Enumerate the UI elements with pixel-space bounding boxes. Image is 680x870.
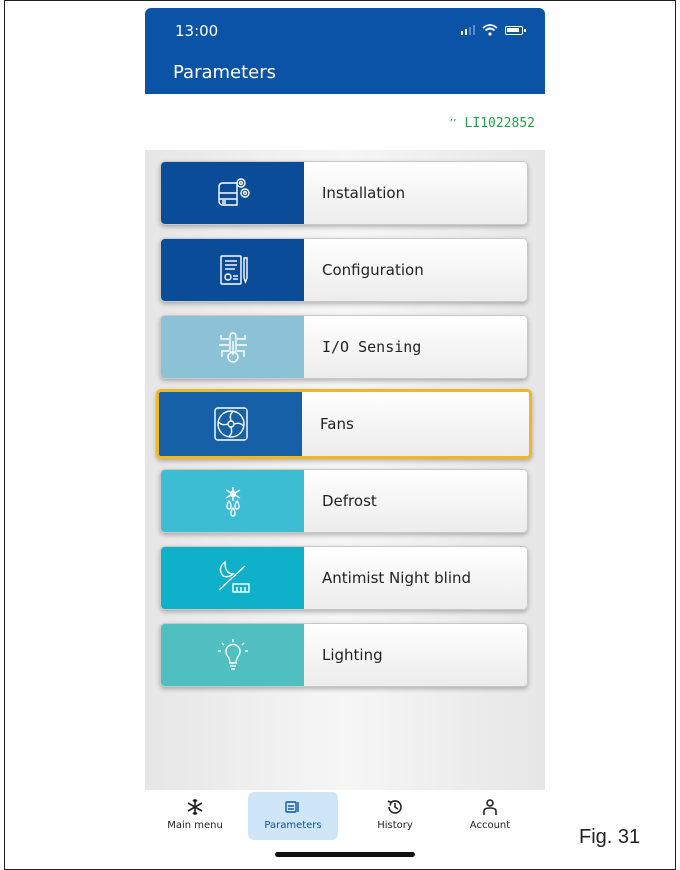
menu-item-io-sensing[interactable]: I/O Sensing: [160, 315, 528, 379]
app-header: 13:00 Parameters: [145, 8, 545, 94]
night-blind-icon: [161, 547, 304, 609]
fan-icon: [159, 392, 302, 456]
menu-item-lighting[interactable]: Lighting: [160, 623, 528, 687]
cellular-signal-icon: [461, 25, 475, 35]
menu-item-label: Installation: [304, 162, 527, 224]
history-icon: [387, 800, 402, 814]
snowflake-icon: [187, 799, 203, 815]
bluetooth-signal-icon: ’’: [449, 117, 457, 130]
menu-item-configuration[interactable]: Configuration: [160, 238, 528, 302]
menu-item-label: Antimist Night blind: [304, 547, 527, 609]
tab-label: History: [377, 820, 413, 831]
tab-label: Account: [469, 820, 511, 831]
menu-item-label: Defrost: [304, 470, 527, 532]
configuration-icon: [161, 239, 304, 301]
menu-item-defrost[interactable]: Defrost: [160, 469, 528, 533]
device-id: ’’ LI1022852: [450, 116, 535, 131]
device-id-label: LI1022852: [464, 116, 535, 131]
defrost-icon: [161, 470, 304, 532]
menu-item-installation[interactable]: Installation: [160, 161, 528, 225]
bottom-tab-bar: Main menu Parameters History Account: [145, 790, 545, 860]
menu-item-label: Configuration: [304, 239, 527, 301]
menu-item-label: Lighting: [304, 624, 527, 686]
home-indicator[interactable]: [275, 852, 415, 857]
parameters-icon: [285, 801, 299, 813]
battery-icon: [505, 25, 526, 35]
tab-label: Parameters: [264, 820, 322, 831]
phone-screen: 13:00 Parameters ’’ LI1022852 Installati…: [145, 8, 545, 860]
parameters-list: Installation Configuration I/O Sensing F…: [145, 150, 545, 790]
menu-item-label: Fans: [302, 392, 529, 456]
account-icon: [483, 799, 497, 815]
status-icons: [461, 24, 526, 36]
wifi-icon: [482, 24, 498, 36]
tab-account[interactable]: Account: [445, 792, 535, 840]
tab-history[interactable]: History: [350, 792, 440, 840]
tab-parameters[interactable]: Parameters: [248, 792, 338, 840]
menu-item-label: I/O Sensing: [304, 316, 527, 378]
menu-item-antimist-night-blind[interactable]: Antimist Night blind: [160, 546, 528, 610]
menu-item-fans[interactable]: Fans: [156, 389, 532, 459]
device-bar: ’’ LI1022852: [145, 94, 545, 150]
figure-caption: Fig. 31: [579, 826, 641, 848]
status-time: 13:00: [175, 22, 219, 40]
installation-icon: [161, 162, 304, 224]
tab-main-menu[interactable]: Main menu: [150, 792, 240, 840]
page-title: Parameters: [173, 62, 277, 83]
lightbulb-icon: [161, 624, 304, 686]
thermometer-icon: [161, 316, 304, 378]
tab-label: Main menu: [167, 820, 223, 831]
